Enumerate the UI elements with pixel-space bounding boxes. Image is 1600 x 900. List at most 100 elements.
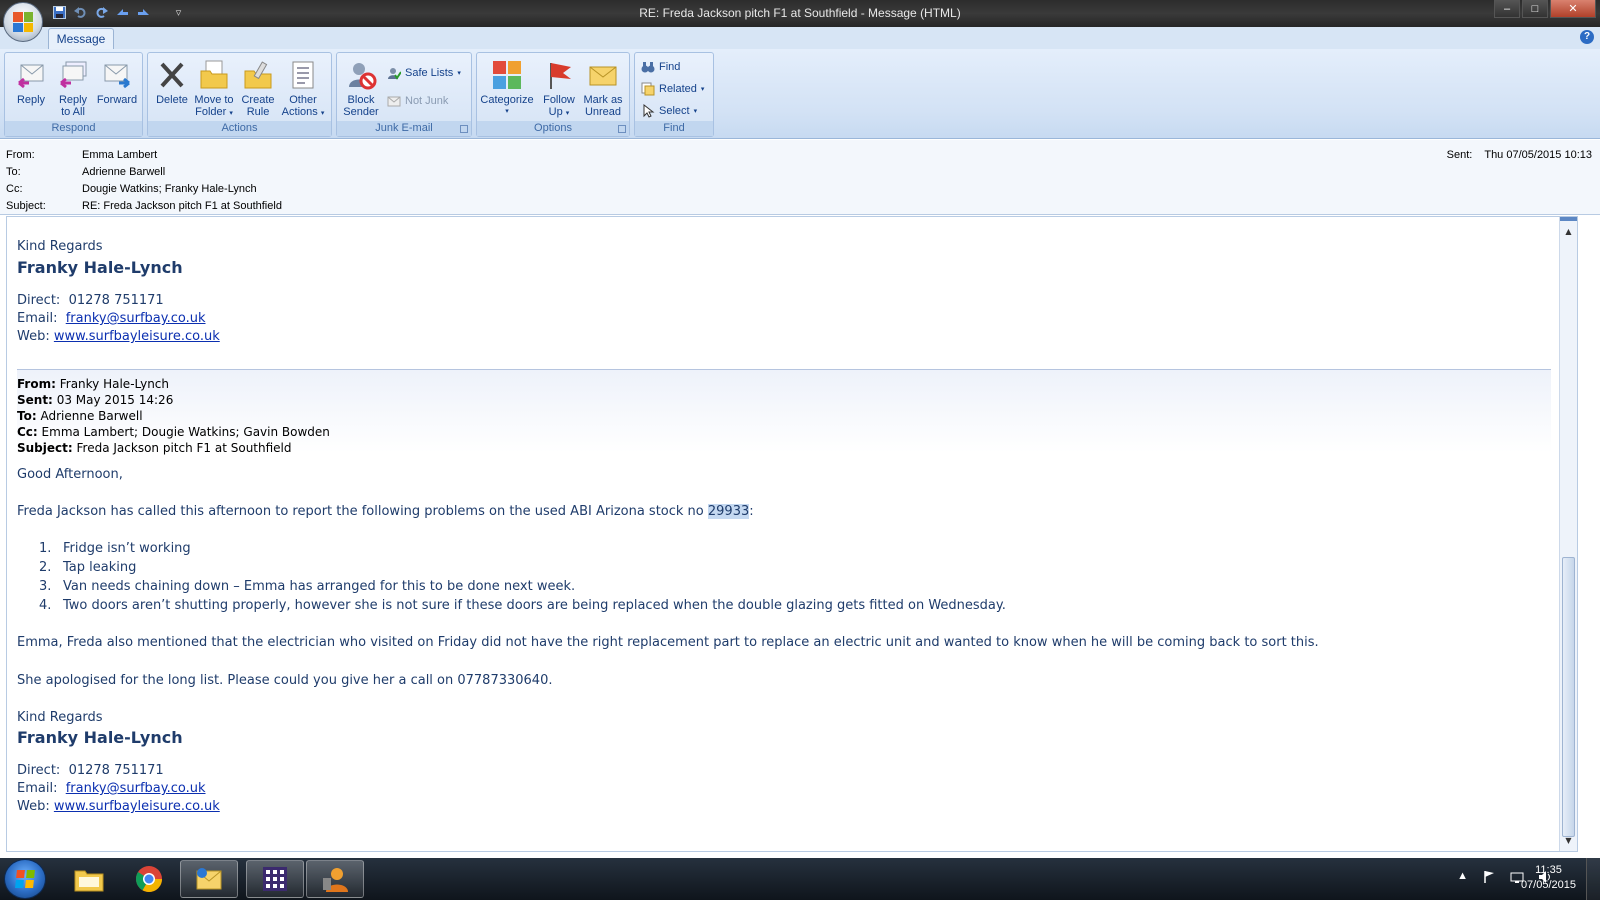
- office-logo-icon: [13, 12, 33, 32]
- to-value[interactable]: Adrienne Barwell: [82, 166, 165, 182]
- create-rule-button[interactable]: Create Rule: [236, 55, 280, 119]
- start-button[interactable]: [4, 859, 46, 899]
- not-junk-label: Not Junk: [405, 95, 449, 107]
- list-item: 1. Fridge isn’t working: [39, 541, 191, 556]
- other-actions-icon: [287, 59, 319, 91]
- greeting: Good Afternoon,: [17, 467, 123, 482]
- tab-message[interactable]: Message: [48, 28, 114, 49]
- clock-date: 07/05/2015: [1520, 879, 1576, 891]
- scrollbar-thumb[interactable]: [1562, 557, 1575, 837]
- dialog-launcher-icon[interactable]: [460, 125, 468, 133]
- clock[interactable]: 11:35 07/05/2015: [1521, 863, 1576, 893]
- follow-up-label-2: Up ▾: [548, 106, 570, 118]
- taskbar: ▲ 11:35 07/05/2015: [0, 858, 1600, 900]
- group-junk-email: Block Sender Safe Lists ▾ Not Junk Junk …: [336, 52, 472, 137]
- categorize-button[interactable]: Categorize ▾: [479, 55, 535, 119]
- vertical-scrollbar[interactable]: ▲ ▼: [1559, 217, 1577, 851]
- delete-button[interactable]: Delete: [150, 55, 194, 119]
- follow-up-flag-icon: [543, 59, 575, 91]
- safe-lists-label: Safe Lists: [405, 67, 454, 79]
- message-body[interactable]: Kind Regards Franky Hale-Lynch Direct: 0…: [6, 216, 1578, 852]
- mark-as-unread-icon: [587, 59, 619, 91]
- select-button[interactable]: Select ▾: [641, 101, 697, 121]
- delete-label: Delete: [156, 94, 188, 106]
- close-button[interactable]: ✕: [1550, 0, 1596, 18]
- clock-time: 11:35: [1535, 864, 1562, 876]
- follow-up-button[interactable]: Follow Up ▾: [537, 55, 581, 119]
- reply-all-label-2: to All: [61, 106, 85, 118]
- chevron-down-icon: ▾: [505, 108, 509, 115]
- split-handle[interactable]: [1560, 217, 1577, 221]
- chrome-icon[interactable]: [120, 860, 178, 898]
- message-header: From: Emma Lambert To: Adrienne Barwell …: [0, 140, 1600, 215]
- outlook-icon[interactable]: [180, 860, 238, 898]
- mark-as-unread-button[interactable]: Mark as Unread: [581, 55, 625, 119]
- from-value[interactable]: Emma Lambert: [82, 149, 157, 165]
- web-link[interactable]: www.surfbayleisure.co.uk: [54, 329, 220, 344]
- sent-value: Thu 07/05/2015 10:13: [1484, 149, 1592, 161]
- safe-lists-button[interactable]: Safe Lists ▾: [387, 63, 461, 83]
- quoted-cc: Cc: Emma Lambert; Dougie Watkins; Gavin …: [17, 425, 330, 439]
- block-sender-icon: [345, 59, 377, 91]
- sent-label: Sent:: [1446, 149, 1473, 161]
- minimize-button[interactable]: –: [1494, 0, 1520, 18]
- dialog-launcher-icon[interactable]: [618, 125, 626, 133]
- forward-button[interactable]: Forward: [95, 55, 139, 119]
- reply-button[interactable]: Reply: [9, 55, 53, 119]
- maximize-button[interactable]: □: [1522, 0, 1548, 18]
- user-app-icon[interactable]: [306, 860, 364, 898]
- header-subject-row: Subject: RE: Freda Jackson pitch F1 at S…: [6, 200, 282, 216]
- title-bar: ▿ RE: Freda Jackson pitch F1 at Southfie…: [0, 0, 1600, 27]
- other-actions-button[interactable]: Other Actions ▾: [281, 55, 325, 119]
- follow-up-label-1: Follow: [543, 94, 575, 106]
- find-button[interactable]: Find: [641, 57, 680, 77]
- chevron-down-icon: ▾: [457, 70, 461, 77]
- signature-email: Email: franky@surfbay.co.uk: [17, 311, 206, 326]
- reply-all-icon: [57, 59, 89, 91]
- reply-all-button[interactable]: Reply to All: [51, 55, 95, 119]
- categorize-icon: [491, 59, 523, 91]
- to-label: To:: [6, 166, 21, 178]
- not-junk-icon: [387, 94, 401, 108]
- show-desktop-button[interactable]: [1586, 858, 1600, 900]
- signature-web: Web: www.surfbayleisure.co.uk: [17, 329, 220, 344]
- quoted-header-block: From: Franky Hale-Lynch Sent: 03 May 201…: [17, 369, 1551, 455]
- quoted-from: From: Franky Hale-Lynch: [17, 377, 170, 391]
- categorize-label: Categorize: [480, 94, 534, 106]
- email-link[interactable]: franky@surfbay.co.uk: [66, 311, 206, 326]
- web-link[interactable]: www.surfbayleisure.co.uk: [54, 799, 220, 814]
- mark-as-unread-label-1: Mark as: [583, 94, 623, 106]
- mark-as-unread-label-2: Unread: [584, 106, 622, 118]
- related-button[interactable]: Related ▾: [641, 79, 704, 99]
- help-icon[interactable]: ?: [1580, 30, 1594, 44]
- reply-all-label-1: Reply: [58, 94, 88, 106]
- header-to-row: To: Adrienne Barwell: [6, 166, 165, 182]
- group-label-options: Options: [477, 121, 629, 136]
- group-find: Find Related ▾ Select ▾ Find: [634, 52, 714, 137]
- windows-explorer-icon[interactable]: [60, 860, 118, 898]
- move-to-folder-label-2: Folder ▾: [195, 106, 233, 118]
- windows-logo-icon: [15, 870, 35, 888]
- group-label-actions: Actions: [148, 121, 331, 136]
- calculator-app-icon[interactable]: [246, 860, 304, 898]
- block-sender-button[interactable]: Block Sender: [339, 55, 383, 119]
- stock-number-highlight[interactable]: 29933: [707, 504, 750, 519]
- move-to-folder-icon: [198, 59, 230, 91]
- signature-email: Email: franky@surfbay.co.uk: [17, 781, 206, 796]
- signature-regards: Kind Regards: [17, 239, 103, 254]
- scroll-up-icon[interactable]: ▲: [1562, 227, 1575, 239]
- scroll-down-icon[interactable]: ▼: [1562, 836, 1575, 848]
- delete-icon: [156, 59, 188, 91]
- action-center-flag-icon[interactable]: [1482, 870, 1496, 887]
- block-sender-label-2: Sender: [343, 106, 379, 118]
- group-respond: Reply Reply to All Forward Respond: [4, 52, 143, 137]
- list-item: 3. Van needs chaining down – Emma has arr…: [39, 579, 576, 594]
- group-label-junk-email: Junk E-mail: [337, 121, 471, 136]
- office-button[interactable]: [3, 2, 43, 42]
- show-hidden-icons-icon[interactable]: ▲: [1457, 870, 1468, 887]
- other-actions-label-2: Actions ▾: [281, 106, 325, 118]
- cc-value[interactable]: Dougie Watkins; Franky Hale-Lynch: [82, 183, 257, 199]
- list-item: 4. Two doors aren’t shutting properly, ho…: [39, 598, 1006, 613]
- email-link[interactable]: franky@surfbay.co.uk: [66, 781, 206, 796]
- move-to-folder-button[interactable]: Move to Folder ▾: [192, 55, 236, 119]
